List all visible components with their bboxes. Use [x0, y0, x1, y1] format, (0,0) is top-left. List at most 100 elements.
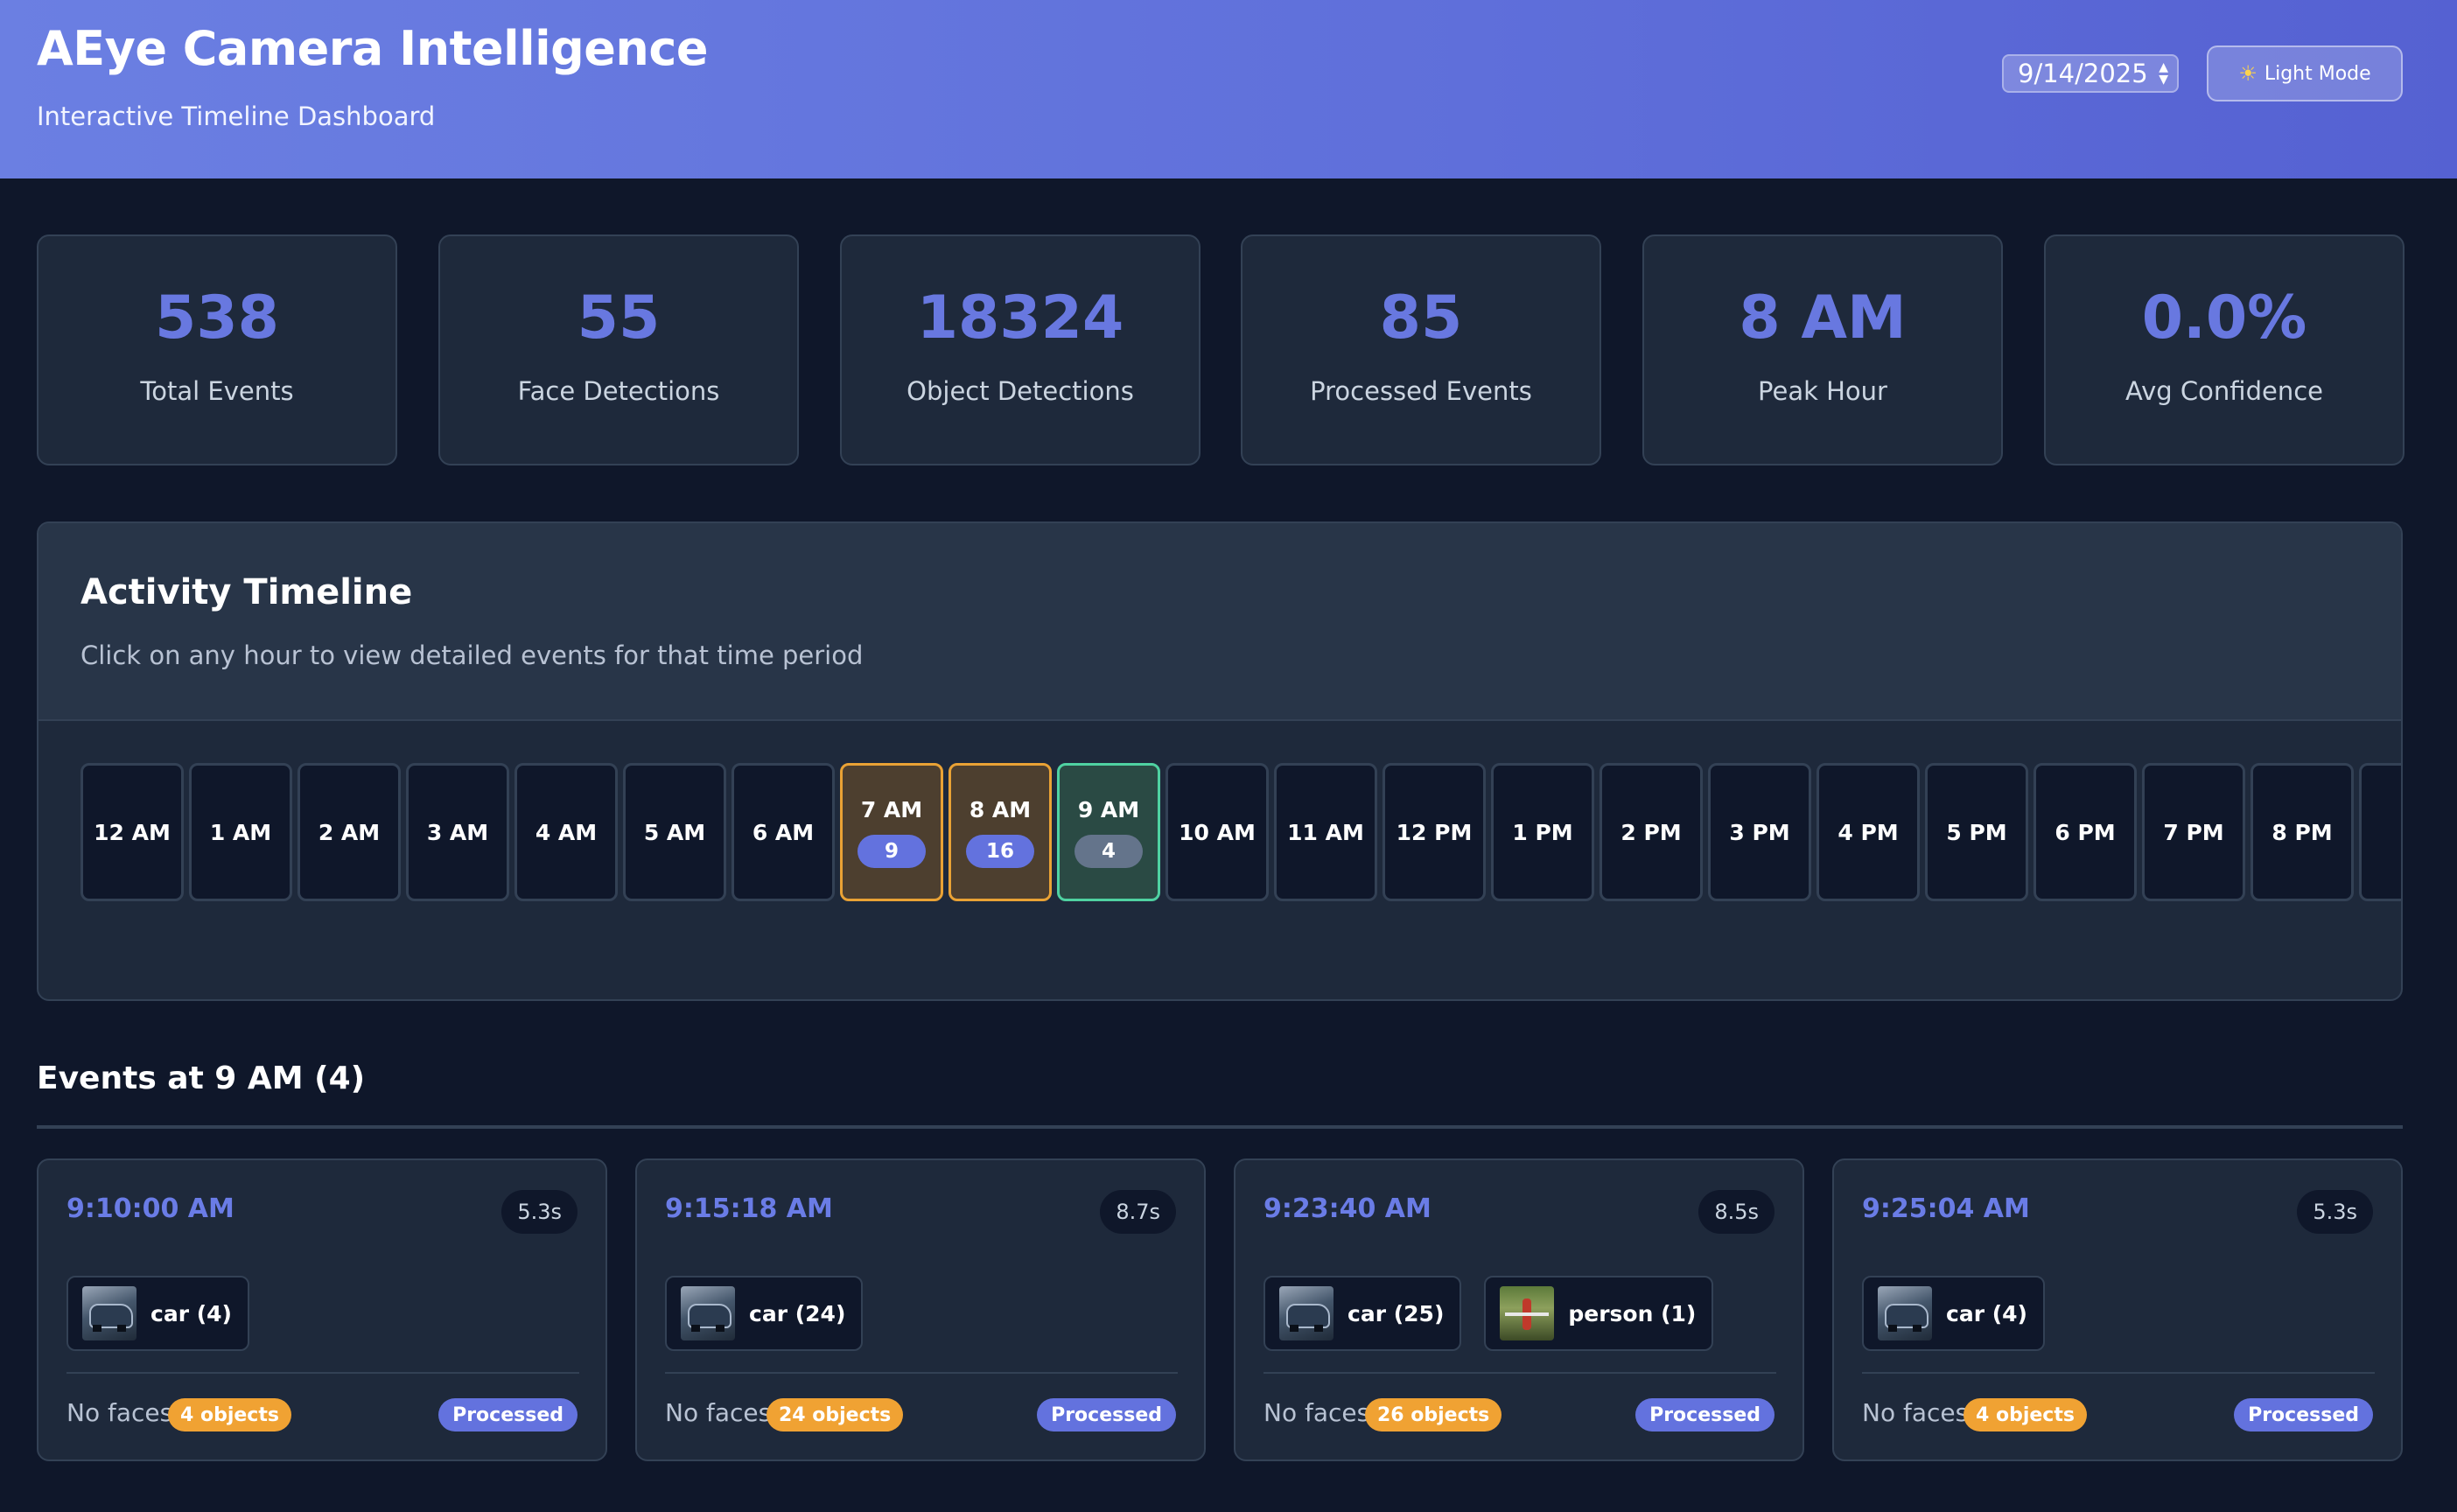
faces-status: No faces [1264, 1398, 1370, 1427]
event-time: 9:23:40 AM [1264, 1194, 1432, 1224]
sun-icon: ☀ [2238, 61, 2258, 86]
hour-tile[interactable]: 11 AM [1274, 763, 1377, 901]
object-chip[interactable]: car (25) [1264, 1276, 1462, 1351]
stat-value: 538 [155, 284, 279, 353]
hour-label: 2 PM [1620, 819, 1682, 845]
card-divider [66, 1372, 579, 1374]
app-subtitle: Interactive Timeline Dashboard [37, 102, 436, 131]
hour-label: 1 AM [209, 819, 272, 845]
hour-tile[interactable]: 2 AM [298, 763, 401, 901]
hour-label: 10 AM [1179, 819, 1256, 845]
card-divider [665, 1372, 1178, 1374]
stat-value: 55 [577, 284, 661, 353]
object-label: person (1) [1568, 1300, 1697, 1326]
hour-label: 5 AM [643, 819, 706, 845]
hour-tile[interactable]: 7 AM 9 [840, 763, 943, 901]
hour-tile[interactable]: 2 PM [1600, 763, 1703, 901]
hour-tile[interactable]: 5 PM [1925, 763, 2028, 901]
stat-card-object-detections: 18324 Object Detections [840, 234, 1200, 466]
person-thumbnail [1500, 1286, 1555, 1340]
detected-objects: car (24) [665, 1276, 864, 1351]
object-chip[interactable]: car (4) [66, 1276, 249, 1351]
hour-tile[interactable]: 1 PM [1491, 763, 1594, 901]
hour-tile[interactable]: 4 AM [514, 763, 618, 901]
hour-label: 8 AM [969, 796, 1032, 822]
card-divider [1862, 1372, 2375, 1374]
hour-tile[interactable]: 9 AM 4 [1057, 763, 1160, 901]
timeline-subtitle: Click on any hour to view detailed event… [80, 640, 864, 670]
stat-value: 85 [1379, 284, 1463, 353]
event-card[interactable]: 9:23:40 AM 8.5s car (25) person (1) No faces… [1234, 1158, 1804, 1461]
hour-label: 7 AM [860, 796, 923, 822]
spinner-arrows-icon[interactable]: ▲ ▼ [2159, 61, 2168, 86]
event-time: 9:15:18 AM [665, 1194, 833, 1224]
car-thumbnail [681, 1286, 735, 1340]
hour-tile[interactable]: 7 PM [2142, 763, 2245, 901]
date-value: 9/14/2025 [2018, 59, 2148, 88]
hour-event-count-badge: 16 [966, 834, 1034, 868]
hour-label: 8 PM [2272, 819, 2333, 845]
stat-value: 18324 [916, 284, 1124, 353]
hour-selector-row: 12 AM 1 AM 2 AM 3 AM 4 AM 5 AM 6 AM 7 AM 9 8 AM 16… [80, 763, 2401, 903]
stat-label: Object Detections [906, 376, 1134, 406]
light-mode-label: Light Mode [2264, 62, 2371, 85]
object-label: car (4) [1946, 1300, 2027, 1326]
date-picker[interactable]: 9/14/2025 ▲ ▼ [2002, 54, 2179, 93]
objects-count-badge: 26 objects [1365, 1398, 1502, 1432]
timeline-header: Activity Timeline Click on any hour to v… [38, 523, 2401, 721]
stat-label: Face Detections [517, 376, 720, 406]
hour-tile[interactable]: 3 AM [406, 763, 509, 901]
hour-label: 4 AM [535, 819, 598, 845]
event-time: 9:10:00 AM [66, 1194, 234, 1224]
object-label: car (25) [1348, 1300, 1445, 1326]
faces-status: No faces [665, 1398, 772, 1427]
hour-tile[interactable]: 8 AM 16 [948, 763, 1052, 901]
hour-label: 5 PM [1946, 819, 2007, 845]
hour-label: 12 AM [94, 819, 171, 845]
object-label: car (4) [150, 1300, 232, 1326]
event-duration-badge: 8.5s [1698, 1190, 1774, 1234]
hour-tile[interactable]: 3 PM [1708, 763, 1811, 901]
object-chip[interactable]: car (24) [665, 1276, 864, 1351]
hour-label: 9 AM [1077, 796, 1140, 822]
stat-label: Avg Confidence [2125, 376, 2323, 406]
object-chip[interactable]: person (1) [1484, 1276, 1714, 1351]
hour-tile[interactable]: 12 PM [1382, 763, 1486, 901]
app-header: AEye Camera Intelligence Interactive Tim… [0, 0, 2457, 178]
object-label: car (24) [749, 1300, 846, 1326]
hour-event-count-badge: 9 [858, 834, 926, 868]
faces-status: No faces [1862, 1398, 1969, 1427]
hour-tile[interactable]: 8 PM [2250, 763, 2354, 901]
stat-card-processed-events: 85 Processed Events [1241, 234, 1601, 466]
hour-label: 2 AM [318, 819, 381, 845]
events-divider [37, 1125, 2403, 1129]
hour-tile[interactable]: 10 AM [1166, 763, 1269, 901]
faces-status: No faces [66, 1398, 173, 1427]
light-mode-button[interactable]: ☀ Light Mode [2207, 46, 2403, 102]
objects-count-badge: 24 objects [766, 1398, 904, 1432]
objects-count-badge: 4 objects [168, 1398, 291, 1432]
event-card[interactable]: 9:10:00 AM 5.3s car (4) No faces 4 objects Pr… [37, 1158, 607, 1461]
status-badge: Processed [1635, 1398, 1774, 1432]
hour-tile[interactable]: 5 AM [623, 763, 726, 901]
hour-label: 4 PM [1838, 819, 1899, 845]
hour-tile[interactable]: 6 AM [732, 763, 835, 901]
hour-label: 7 PM [2163, 819, 2224, 845]
stat-label: Processed Events [1310, 376, 1532, 406]
hour-tile[interactable]: 9 [2359, 763, 2401, 901]
car-thumbnail [1279, 1286, 1334, 1340]
status-badge: Processed [438, 1398, 578, 1432]
event-time: 9:25:04 AM [1862, 1194, 2030, 1224]
event-card[interactable]: 9:25:04 AM 5.3s car (4) No faces 4 objects Pr… [1832, 1158, 2403, 1461]
object-chip[interactable]: car (4) [1862, 1276, 2045, 1351]
hour-tile[interactable]: 6 PM [2034, 763, 2137, 901]
hour-tile[interactable]: 12 AM [80, 763, 184, 901]
timeline-title: Activity Timeline [80, 572, 413, 612]
events-section-title: Events at 9 AM (4) [37, 1060, 366, 1096]
event-duration-badge: 8.7s [1100, 1190, 1176, 1234]
hour-tile[interactable]: 4 PM [1816, 763, 1920, 901]
hour-tile[interactable]: 1 AM [189, 763, 292, 901]
status-badge: Processed [2234, 1398, 2373, 1432]
event-card[interactable]: 9:15:18 AM 8.7s car (24) No faces 24 objects… [635, 1158, 1206, 1461]
detected-objects: car (25) person (1) [1264, 1276, 1714, 1351]
